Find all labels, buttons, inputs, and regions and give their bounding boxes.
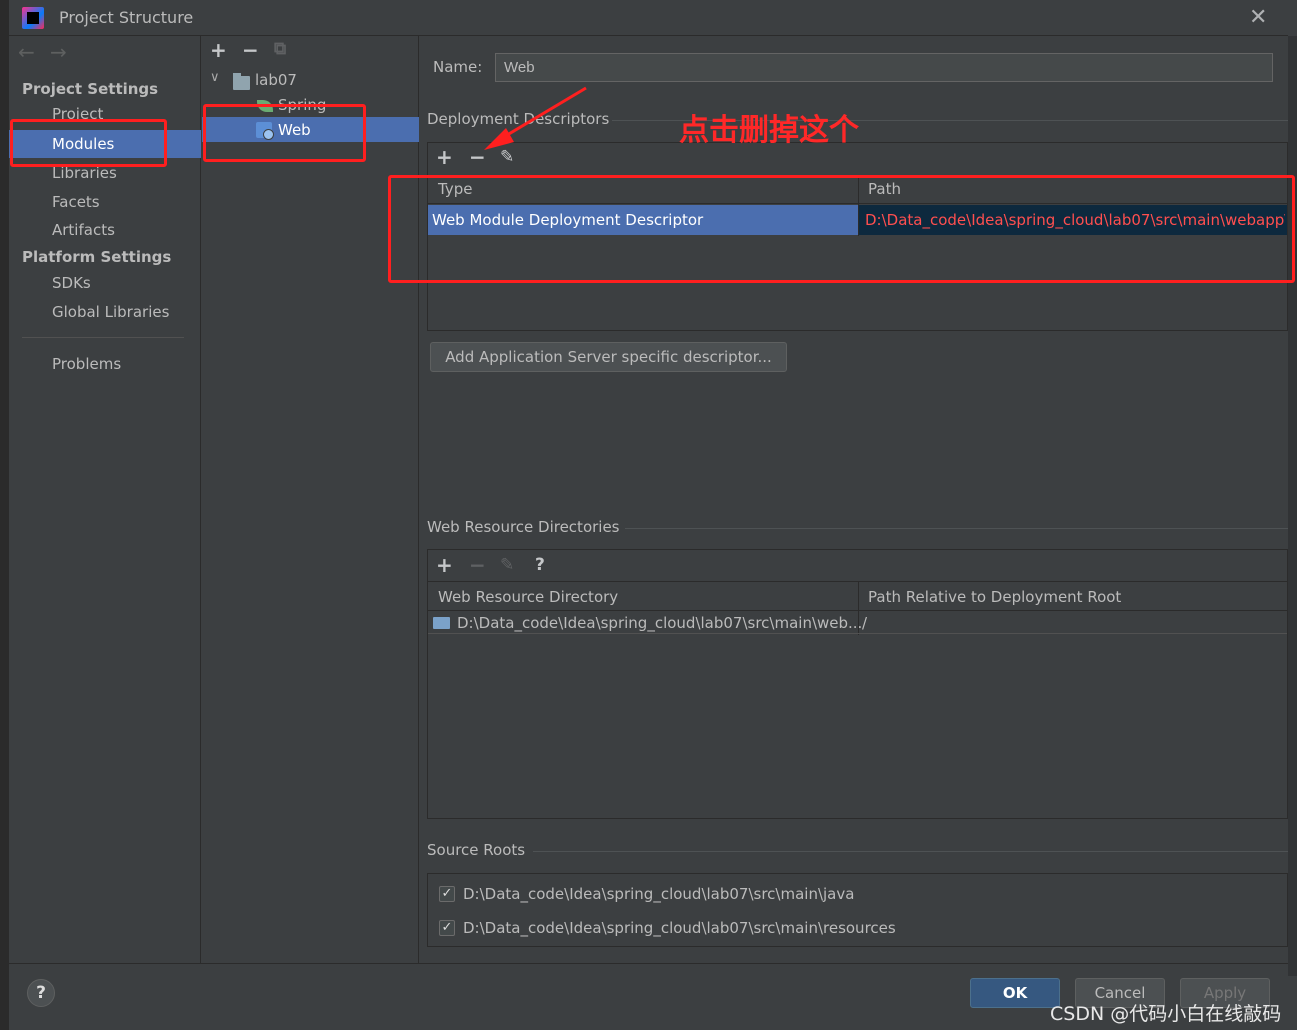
sidebar-item-global-libraries[interactable]: Global Libraries [52, 303, 169, 321]
web-resource-relative-cell[interactable]: / [862, 614, 867, 632]
column-path-relative[interactable]: Path Relative to Deployment Root [868, 588, 1121, 606]
module-folder-icon [233, 73, 250, 90]
source-roots-title: Source Roots [427, 841, 526, 859]
sidebar-item-artifacts[interactable]: Artifacts [52, 221, 115, 239]
window-title: Project Structure [59, 8, 194, 27]
annotation-box-descriptor [388, 175, 1295, 283]
project-settings-header: Project Settings [22, 80, 159, 98]
add-resource-icon[interactable]: + [436, 553, 453, 577]
chevron-down-icon[interactable]: ∨ [210, 70, 220, 85]
name-label: Name: [433, 58, 483, 76]
web-resource-directory-cell[interactable]: D:\Data_code\Idea\spring_cloud\lab07\src… [457, 614, 862, 632]
edit-resource-pencil-icon[interactable]: ✎ [500, 555, 514, 575]
tree-item-lab07[interactable]: lab07 [255, 71, 297, 89]
web-folder-icon [433, 617, 450, 629]
close-icon[interactable]: ✕ [1249, 5, 1267, 30]
remove-icon[interactable]: − [242, 38, 259, 62]
back-arrow-icon[interactable]: ← [18, 40, 35, 64]
intellij-app-icon [22, 7, 44, 29]
source-root-resources-checkbox[interactable]: ✓ [439, 920, 455, 936]
left-edge [0, 0, 9, 1030]
add-icon[interactable]: + [210, 38, 227, 62]
source-root-resources: D:\Data_code\Idea\spring_cloud\lab07\src… [463, 919, 896, 937]
title-bar [9, 0, 1288, 36]
footer-divider [9, 963, 1288, 964]
web-resource-title: Web Resource Directories [427, 518, 620, 536]
copy-icon[interactable]: ⧉ [274, 39, 286, 59]
sidebar-item-sdks[interactable]: SDKs [52, 274, 91, 292]
source-root-java: D:\Data_code\Idea\spring_cloud\lab07\src… [463, 885, 855, 903]
csdn-watermark: CSDN @代码小白在线敲码 [1050, 1003, 1282, 1025]
annotation-box-web [203, 104, 366, 162]
add-descriptor-icon[interactable]: + [436, 145, 453, 169]
platform-settings-header: Platform Settings [22, 248, 172, 266]
annotation-box-modules [10, 119, 167, 167]
source-roots-group-line [533, 851, 1288, 852]
help-question-icon[interactable]: ? [535, 555, 545, 575]
add-server-descriptor-button[interactable]: Add Application Server specific descript… [430, 342, 787, 372]
module-tree-panel [201, 36, 419, 963]
annotation-arrow-icon [484, 86, 587, 150]
forward-arrow-icon[interactable]: → [50, 40, 67, 64]
annotation-text: 点击删掉这个 [679, 113, 859, 148]
source-root-java-checkbox[interactable]: ✓ [439, 886, 455, 902]
name-input[interactable] [495, 53, 1273, 82]
column-web-resource-directory[interactable]: Web Resource Directory [438, 588, 618, 606]
sidebar-divider [22, 337, 184, 338]
help-button[interactable]: ? [27, 979, 55, 1007]
sidebar-item-facets[interactable]: Facets [52, 193, 100, 211]
sidebar-item-problems[interactable]: Problems [52, 355, 121, 373]
ok-button[interactable]: OK [970, 978, 1060, 1008]
web-resource-group-line [625, 528, 1288, 529]
remove-resource-icon[interactable]: − [469, 553, 486, 577]
